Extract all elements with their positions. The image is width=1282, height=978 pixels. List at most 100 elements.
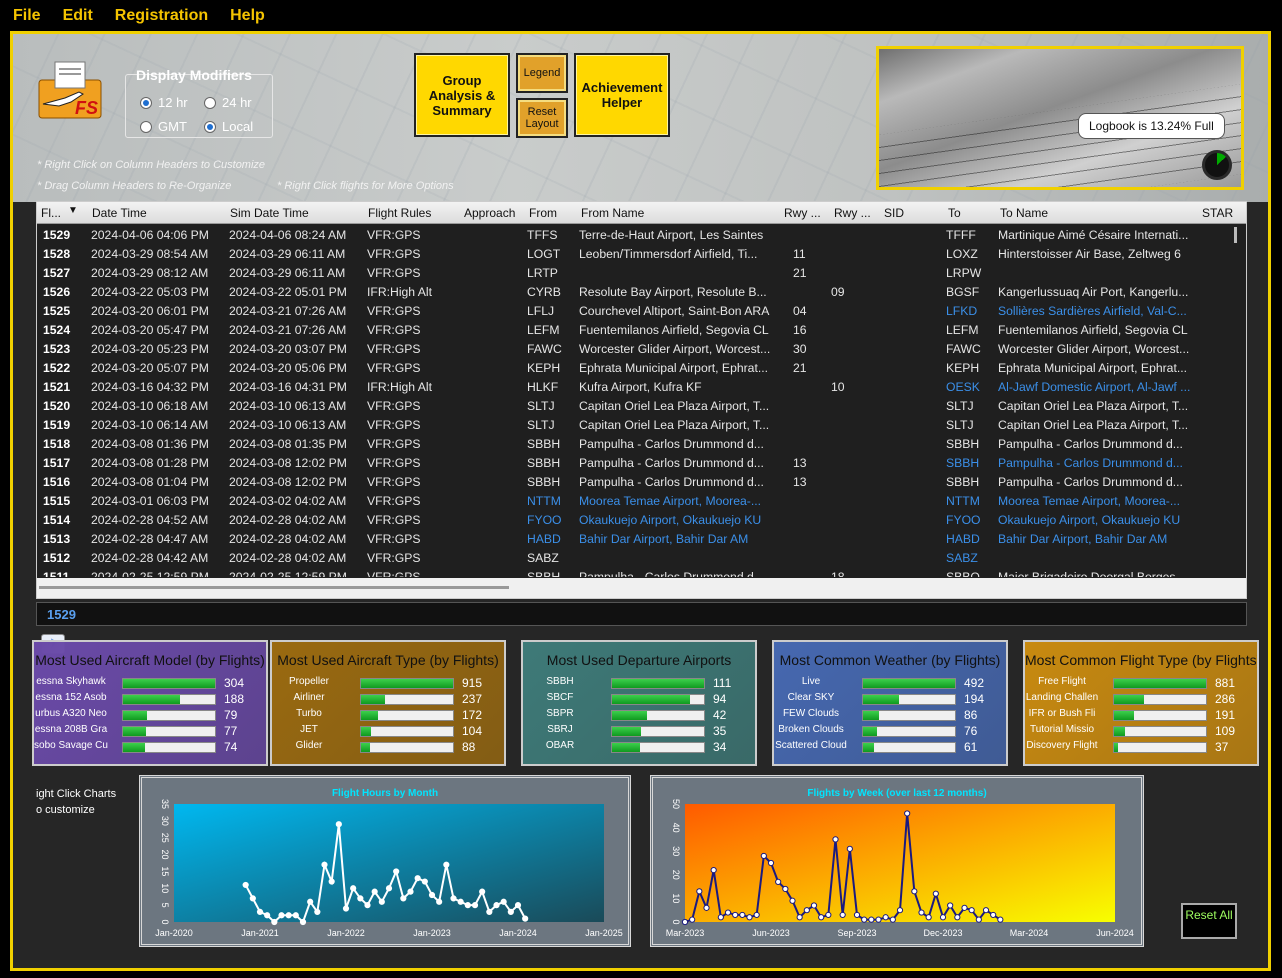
table-cell: VFR:GPS — [367, 513, 421, 527]
vertical-scrollbar[interactable] — [1230, 225, 1242, 577]
table-cell: LOGT — [527, 247, 561, 261]
column-header[interactable]: Fl... — [41, 206, 61, 220]
sort-desc-icon[interactable]: ▼ — [68, 205, 78, 216]
table-cell: Bahir Dar Airport, Bahir Dar AM — [579, 532, 749, 546]
x-tick-label: Dec-2023 — [923, 928, 962, 938]
table-row[interactable]: 1512 2024-02-28 04:42 AM 2024-02-28 04:02 … — [37, 548, 1232, 567]
table-row[interactable]: 1517 2024-03-08 01:28 PM 2024-03-08 12:02 … — [37, 453, 1232, 472]
menu-registration[interactable]: Registration — [115, 7, 208, 25]
flight-hours-chart[interactable]: 0 5 10 15 20 25 30 35 Jan-2020 Jan-2021 Jan-2022 Ja… — [142, 778, 628, 944]
panel-row: Free Flight 881 — [1025, 676, 1257, 692]
panel-row-value: 79 — [224, 708, 238, 722]
data-point — [350, 885, 357, 892]
stats-panel[interactable]: Most Used Departure Airports SBBH 111 SBCF 9… — [521, 640, 757, 766]
horizontal-scrollbar[interactable] — [37, 578, 1246, 598]
group-analysis-button[interactable]: Group Analysis & Summary — [414, 53, 510, 137]
menu-edit[interactable]: Edit — [63, 7, 93, 25]
flights-week-chart[interactable]: 0 10 20 30 40 50 Mar-2023 Jun-2023 Sep-2023 Dec-2… — [653, 778, 1141, 944]
table-row[interactable]: 1514 2024-02-28 04:52 AM 2024-02-28 04:02 … — [37, 510, 1232, 529]
x-tick-label: Jan-2021 — [241, 928, 279, 938]
panel-row-label: SBBH — [546, 676, 574, 687]
data-point — [782, 885, 789, 893]
table-row[interactable]: 1527 2024-03-29 08:12 AM 2024-03-29 06:11 … — [37, 263, 1232, 282]
data-point — [385, 885, 393, 892]
table-row[interactable]: 1529 2024-04-06 04:06 PM 2024-04-06 08:24 … — [37, 225, 1232, 244]
radio-local[interactable]: Local — [204, 119, 253, 134]
stats-panel[interactable]: Most Common Weather (by Flights) Live 492 C… — [772, 640, 1008, 766]
column-header[interactable]: Rwy ... — [784, 206, 821, 220]
table-row[interactable]: 1523 2024-03-20 05:23 PM 2024-03-20 03:07 … — [37, 339, 1232, 358]
radio-dot-icon — [204, 120, 216, 133]
table-row[interactable]: 1521 2024-03-16 04:32 PM 2024-03-16 04:31 … — [37, 377, 1232, 396]
table-row[interactable]: 1513 2024-02-28 04:47 AM 2024-02-28 04:02 … — [37, 529, 1232, 548]
table-row[interactable]: 1524 2024-03-20 05:47 PM 2024-03-21 07:26 … — [37, 320, 1232, 339]
table-cell: Okaukuejo Airport, Okaukuejo KU — [579, 513, 762, 527]
data-point — [710, 866, 717, 874]
scroll-thumb[interactable] — [1234, 227, 1237, 243]
table-row[interactable]: 1519 2024-03-10 06:14 AM 2024-03-10 06:13 … — [37, 415, 1232, 434]
table-cell: 2024-03-20 05:23 PM — [91, 342, 209, 356]
panel-row-value: 915 — [462, 676, 483, 690]
stats-panel[interactable]: Most Used Aircraft Model (by Flights) ess… — [32, 640, 268, 766]
panel-row-bar-fill — [863, 743, 875, 752]
table-cell: 30 — [793, 342, 807, 356]
table-row[interactable]: 1515 2024-03-01 06:03 PM 2024-03-02 04:02 … — [37, 491, 1232, 510]
panel-row: OBAR 34 — [523, 740, 755, 756]
chart-title: Flights by Week (over last 12 months) — [807, 788, 987, 799]
flights-week-chart-box[interactable]: Flights by Week (over last 12 months) 0 1… — [650, 775, 1144, 947]
column-header[interactable]: Sim Date Time — [230, 206, 309, 220]
column-header[interactable]: SID — [884, 206, 904, 220]
scroll-thumb[interactable] — [39, 586, 509, 589]
panel-row-value: 109 — [1215, 724, 1236, 738]
radio-12hr[interactable]: 12 hr — [140, 95, 188, 110]
table-row[interactable]: 1511 2024-02-25 12:59 PM 2024-02-25 12:59 … — [37, 567, 1232, 577]
flight-hours-chart-box[interactable]: Flight Hours by Month 0 5 10 15 20 25 30 35 Jan-… — [139, 775, 631, 947]
column-header[interactable]: To Name — [1000, 206, 1048, 220]
radio-gmt[interactable]: GMT — [140, 119, 187, 134]
table-row[interactable]: 1525 2024-03-20 06:01 PM 2024-03-21 07:26 … — [37, 301, 1232, 320]
panel-row-bar — [1113, 742, 1207, 753]
panel-row-value: 188 — [224, 692, 245, 706]
table-row[interactable]: 1526 2024-03-22 05:03 PM 2024-03-22 05:01 … — [37, 282, 1232, 301]
stats-panel[interactable]: Most Common Flight Type (by Flights) Free… — [1023, 640, 1259, 766]
table-row[interactable]: 1516 2024-03-08 01:04 PM 2024-03-08 12:02 … — [37, 472, 1232, 491]
table-cell: BGSF — [946, 285, 980, 299]
y-tick-label: 15 — [160, 866, 170, 876]
table-row[interactable]: 1520 2024-03-10 06:18 AM 2024-03-10 06:13 … — [37, 396, 1232, 415]
panel-row: SBPR 42 — [523, 708, 755, 724]
table-cell: VFR:GPS — [367, 266, 421, 280]
panel-row-label: Free Flight — [1038, 676, 1086, 687]
table-cell: 2024-03-22 05:03 PM — [91, 285, 209, 299]
table-cell: 1520 — [43, 399, 71, 413]
panel-row-bar — [122, 694, 216, 705]
menu-file[interactable]: File — [13, 7, 41, 25]
panel-row-label: Live — [801, 676, 821, 687]
table-cell: FAWC — [946, 342, 981, 356]
achievement-helper-button[interactable]: Achievement Helper — [574, 53, 670, 137]
panel-title: Most Used Aircraft Type (by Flights) — [277, 652, 499, 668]
reset-all-button[interactable]: Reset All — [1181, 903, 1237, 939]
y-tick-label: 0 — [671, 919, 681, 924]
column-header[interactable]: From Name — [581, 206, 644, 220]
table-cell: 1526 — [43, 285, 71, 299]
table-cell: 18 — [831, 570, 845, 577]
legend-button[interactable]: Legend — [516, 53, 568, 93]
column-header[interactable]: Approach — [464, 206, 515, 220]
column-header[interactable]: Flight Rules — [368, 206, 431, 220]
table-row[interactable]: 1522 2024-03-20 05:07 PM 2024-03-20 05:06 … — [37, 358, 1232, 377]
table-cell: 2024-02-28 04:42 AM — [91, 551, 209, 565]
data-point — [911, 888, 918, 895]
column-header[interactable]: STAR — [1202, 206, 1233, 220]
column-header[interactable]: To — [948, 206, 961, 220]
column-header[interactable]: Date Time — [92, 206, 147, 220]
table-row[interactable]: 1528 2024-03-29 08:54 AM 2024-03-29 06:11 … — [37, 244, 1232, 263]
table-row[interactable]: 1518 2024-03-08 01:36 PM 2024-03-08 01:35 … — [37, 434, 1232, 453]
radio-24hr[interactable]: 24 hr — [204, 95, 252, 110]
stats-panel[interactable]: Most Used Aircraft Type (by Flights) Prop… — [270, 640, 506, 766]
column-header[interactable]: Rwy ... — [834, 206, 871, 220]
reset-layout-button[interactable]: Reset Layout — [516, 98, 568, 138]
menu-help[interactable]: Help — [230, 7, 265, 25]
table-cell: 13 — [793, 456, 807, 470]
data-point — [846, 845, 853, 852]
column-header[interactable]: From — [529, 206, 557, 220]
